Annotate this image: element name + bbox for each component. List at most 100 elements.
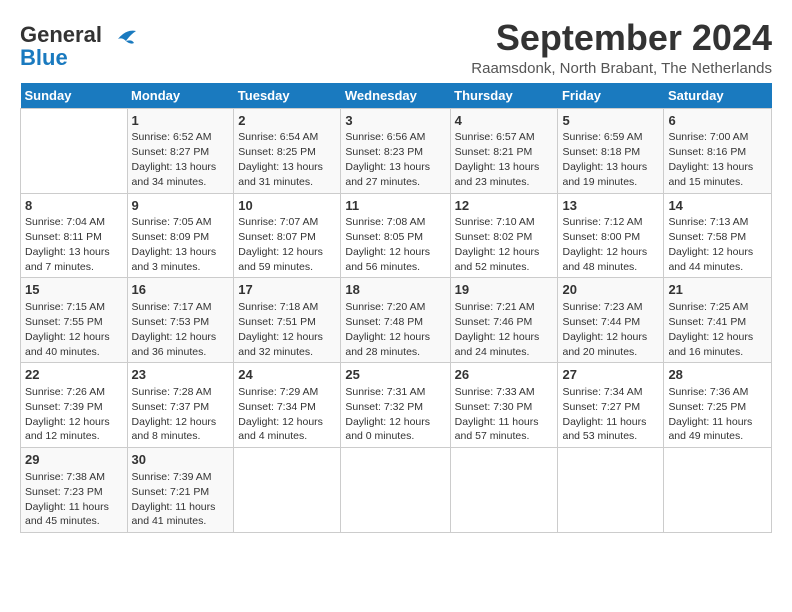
calendar-cell: 3Sunrise: 6:56 AMSunset: 8:23 PMDaylight… [341, 108, 450, 193]
day-number: 9 [132, 197, 230, 215]
day-number: 28 [668, 366, 767, 384]
col-tuesday: Tuesday [234, 83, 341, 109]
col-saturday: Saturday [664, 83, 772, 109]
calendar-cell: 26Sunrise: 7:33 AMSunset: 7:30 PMDayligh… [450, 363, 558, 448]
day-info: Sunrise: 7:13 AMSunset: 7:58 PMDaylight:… [668, 216, 753, 273]
day-info: Sunrise: 7:08 AMSunset: 8:05 PMDaylight:… [345, 216, 430, 273]
day-number: 15 [25, 281, 123, 299]
day-info: Sunrise: 7:33 AMSunset: 7:30 PMDaylight:… [455, 386, 539, 443]
day-info: Sunrise: 7:29 AMSunset: 7:34 PMDaylight:… [238, 386, 323, 443]
day-number: 3 [345, 112, 445, 130]
day-info: Sunrise: 6:57 AMSunset: 8:21 PMDaylight:… [455, 131, 540, 188]
calendar-cell [558, 448, 664, 533]
day-number: 5 [562, 112, 659, 130]
day-info: Sunrise: 7:36 AMSunset: 7:25 PMDaylight:… [668, 386, 752, 443]
calendar-cell: 16 Sunrise: 7:17 AMSunset: 7:53 PMDayligh… [127, 278, 234, 363]
logo-bird-icon [108, 27, 138, 49]
day-info: Sunrise: 7:25 AMSunset: 7:41 PMDaylight:… [668, 301, 753, 358]
col-friday: Friday [558, 83, 664, 109]
calendar-week-4: 29 Sunrise: 7:38 AMSunset: 7:23 PMDayligh… [21, 448, 772, 533]
calendar-cell: 24Sunrise: 7:29 AMSunset: 7:34 PMDayligh… [234, 363, 341, 448]
day-info: Sunrise: 6:52 AMSunset: 8:27 PMDaylight:… [132, 131, 217, 188]
day-number: 23 [132, 366, 230, 384]
subtitle: Raamsdonk, North Brabant, The Netherland… [471, 60, 772, 77]
calendar-cell: 18 Sunrise: 7:20 AMSunset: 7:48 PMDayligh… [341, 278, 450, 363]
day-number: 25 [345, 366, 445, 384]
day-info: Sunrise: 7:18 AMSunset: 7:51 PMDaylight:… [238, 301, 323, 358]
col-monday: Monday [127, 83, 234, 109]
day-info: Sunrise: 7:04 AMSunset: 8:11 PMDaylight:… [25, 216, 110, 273]
calendar-cell [664, 448, 772, 533]
calendar-cell: 19 Sunrise: 7:21 AMSunset: 7:46 PMDayligh… [450, 278, 558, 363]
day-number: 29 [25, 451, 123, 469]
title-block: September 2024 Raamsdonk, North Brabant,… [471, 18, 772, 77]
col-wednesday: Wednesday [341, 83, 450, 109]
calendar-cell [21, 108, 128, 193]
logo-blue: Blue [20, 45, 68, 71]
calendar-cell: 15 Sunrise: 7:15 AMSunset: 7:55 PMDayligh… [21, 278, 128, 363]
day-number: 22 [25, 366, 123, 384]
day-number: 19 [455, 281, 554, 299]
col-sunday: Sunday [21, 83, 128, 109]
day-number: 10 [238, 197, 336, 215]
day-info: Sunrise: 7:17 AMSunset: 7:53 PMDaylight:… [132, 301, 217, 358]
day-number: 27 [562, 366, 659, 384]
day-info: Sunrise: 7:05 AMSunset: 8:09 PMDaylight:… [132, 216, 217, 273]
calendar-week-0: 1Sunrise: 6:52 AMSunset: 8:27 PMDaylight… [21, 108, 772, 193]
header-row: Sunday Monday Tuesday Wednesday Thursday… [21, 83, 772, 109]
calendar-cell: 29 Sunrise: 7:38 AMSunset: 7:23 PMDayligh… [21, 448, 128, 533]
calendar-cell: 5Sunrise: 6:59 AMSunset: 8:18 PMDaylight… [558, 108, 664, 193]
calendar-cell: 22 Sunrise: 7:26 AMSunset: 7:39 PMDayligh… [21, 363, 128, 448]
logo-general: General [20, 22, 102, 47]
calendar-cell: 4Sunrise: 6:57 AMSunset: 8:21 PMDaylight… [450, 108, 558, 193]
calendar-cell: 10Sunrise: 7:07 AMSunset: 8:07 PMDayligh… [234, 193, 341, 278]
calendar-cell: 28 Sunrise: 7:36 AMSunset: 7:25 PMDayligh… [664, 363, 772, 448]
calendar-cell: 11Sunrise: 7:08 AMSunset: 8:05 PMDayligh… [341, 193, 450, 278]
main-title: September 2024 [471, 18, 772, 58]
calendar-week-1: 8Sunrise: 7:04 AMSunset: 8:11 PMDaylight… [21, 193, 772, 278]
day-info: Sunrise: 7:38 AMSunset: 7:23 PMDaylight:… [25, 471, 109, 528]
day-info: Sunrise: 7:10 AMSunset: 8:02 PMDaylight:… [455, 216, 540, 273]
calendar-cell: 27Sunrise: 7:34 AMSunset: 7:27 PMDayligh… [558, 363, 664, 448]
day-number: 16 [132, 281, 230, 299]
logo: General Blue [20, 22, 138, 71]
day-number: 18 [345, 281, 445, 299]
day-info: Sunrise: 7:15 AMSunset: 7:55 PMDaylight:… [25, 301, 110, 358]
calendar-cell [234, 448, 341, 533]
day-info: Sunrise: 7:26 AMSunset: 7:39 PMDaylight:… [25, 386, 110, 443]
calendar-week-2: 15 Sunrise: 7:15 AMSunset: 7:55 PMDayligh… [21, 278, 772, 363]
calendar-cell: 12Sunrise: 7:10 AMSunset: 8:02 PMDayligh… [450, 193, 558, 278]
header: General Blue September 2024 Raamsdonk, N… [20, 18, 772, 77]
col-thursday: Thursday [450, 83, 558, 109]
calendar-cell: 1Sunrise: 6:52 AMSunset: 8:27 PMDaylight… [127, 108, 234, 193]
day-info: Sunrise: 7:07 AMSunset: 8:07 PMDaylight:… [238, 216, 323, 273]
day-number: 1 [132, 112, 230, 130]
page: General Blue September 2024 Raamsdonk, N… [0, 0, 792, 543]
calendar-table: Sunday Monday Tuesday Wednesday Thursday… [20, 83, 772, 534]
calendar-cell: 9Sunrise: 7:05 AMSunset: 8:09 PMDaylight… [127, 193, 234, 278]
day-info: Sunrise: 6:54 AMSunset: 8:25 PMDaylight:… [238, 131, 323, 188]
calendar-cell: 20Sunrise: 7:23 AMSunset: 7:44 PMDayligh… [558, 278, 664, 363]
calendar-cell: 23Sunrise: 7:28 AMSunset: 7:37 PMDayligh… [127, 363, 234, 448]
day-number: 11 [345, 197, 445, 215]
calendar-body: 1Sunrise: 6:52 AMSunset: 8:27 PMDaylight… [21, 108, 772, 533]
day-info: Sunrise: 7:12 AMSunset: 8:00 PMDaylight:… [562, 216, 647, 273]
calendar-cell: 13Sunrise: 7:12 AMSunset: 8:00 PMDayligh… [558, 193, 664, 278]
calendar-cell: 8Sunrise: 7:04 AMSunset: 8:11 PMDaylight… [21, 193, 128, 278]
day-number: 21 [668, 281, 767, 299]
calendar-cell: 6Sunrise: 7:00 AMSunset: 8:16 PMDaylight… [664, 108, 772, 193]
day-info: Sunrise: 7:20 AMSunset: 7:48 PMDaylight:… [345, 301, 430, 358]
day-number: 30 [132, 451, 230, 469]
calendar-cell: 2Sunrise: 6:54 AMSunset: 8:25 PMDaylight… [234, 108, 341, 193]
day-number: 17 [238, 281, 336, 299]
day-number: 2 [238, 112, 336, 130]
calendar-header: Sunday Monday Tuesday Wednesday Thursday… [21, 83, 772, 109]
calendar-cell [341, 448, 450, 533]
day-info: Sunrise: 6:56 AMSunset: 8:23 PMDaylight:… [345, 131, 430, 188]
day-info: Sunrise: 7:23 AMSunset: 7:44 PMDaylight:… [562, 301, 647, 358]
day-info: Sunrise: 7:21 AMSunset: 7:46 PMDaylight:… [455, 301, 540, 358]
calendar-cell: 30Sunrise: 7:39 AMSunset: 7:21 PMDayligh… [127, 448, 234, 533]
day-number: 13 [562, 197, 659, 215]
calendar-cell: 21 Sunrise: 7:25 AMSunset: 7:41 PMDayligh… [664, 278, 772, 363]
day-number: 12 [455, 197, 554, 215]
